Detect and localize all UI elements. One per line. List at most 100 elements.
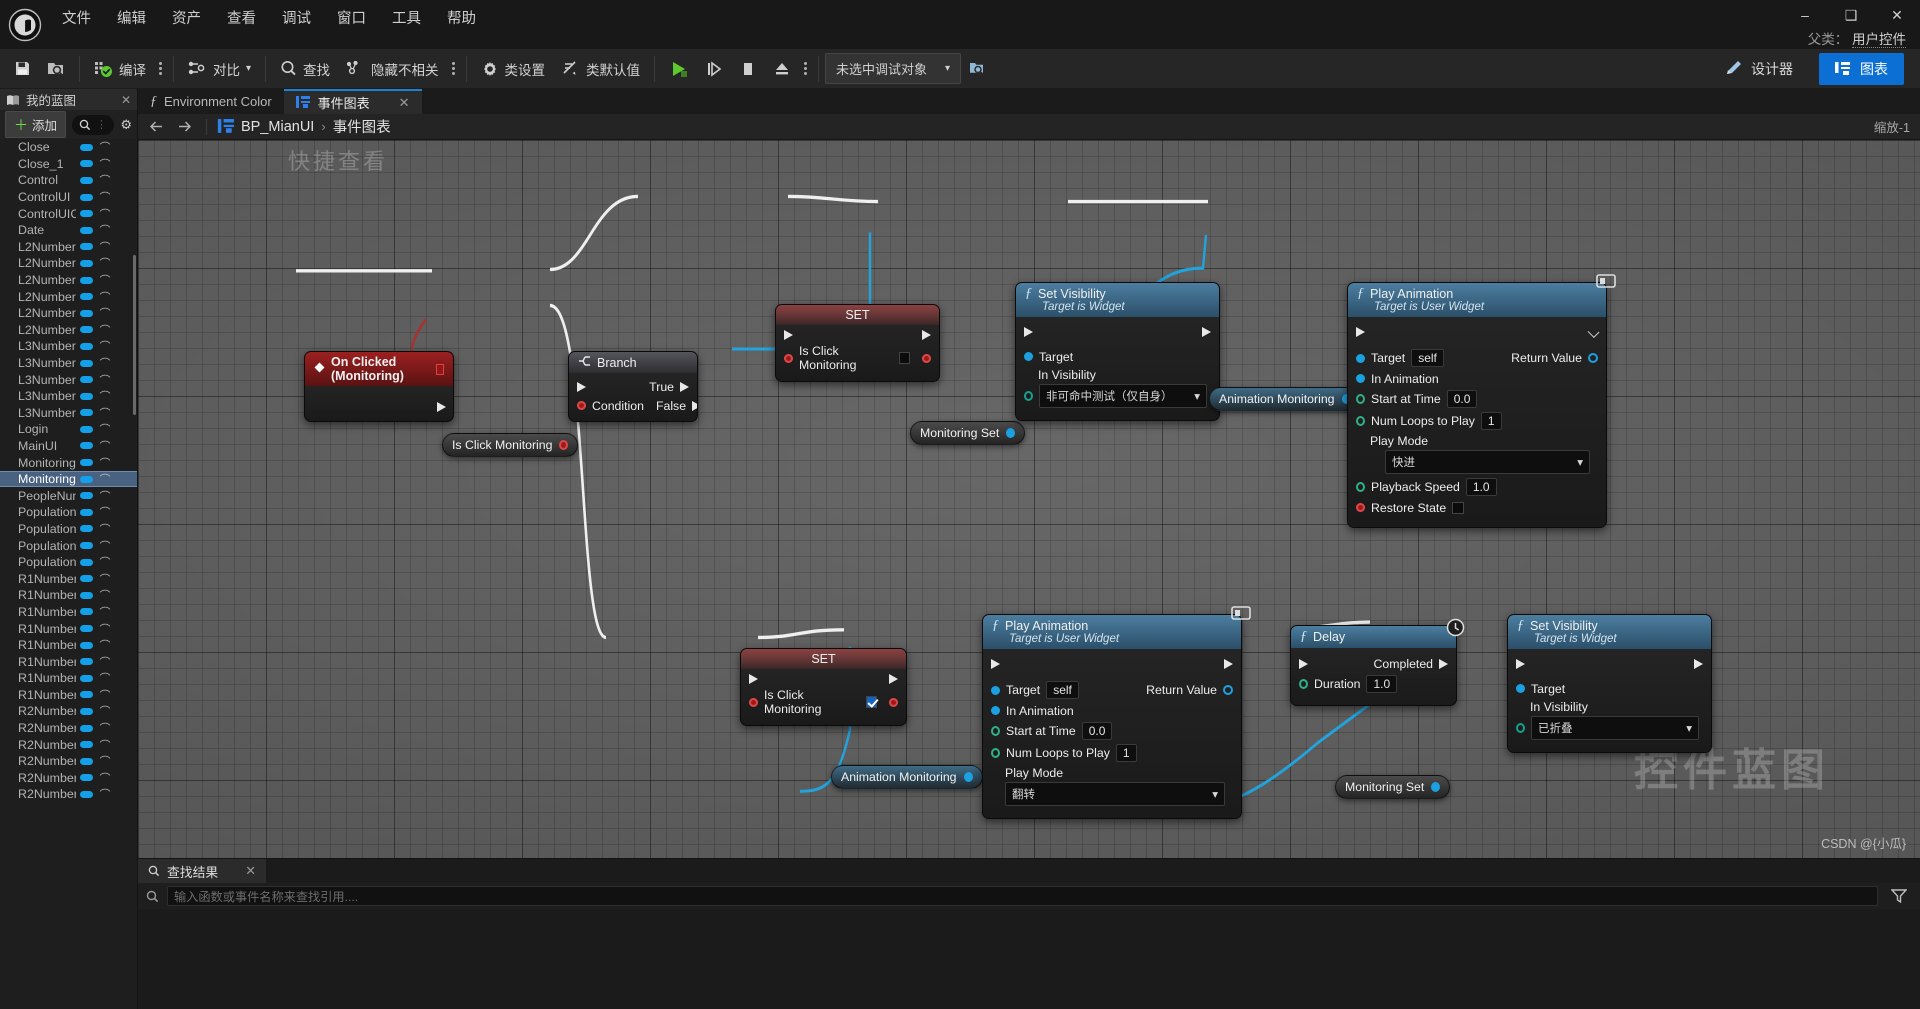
start-at-time-value[interactable]: 0.0 [1446,390,1478,408]
sidebar-item-population[interactable]: Population ⌒ [0,504,137,521]
sidebar-item-date[interactable]: Date ⌒ [0,222,137,239]
false-exec-output-pin[interactable] [692,400,697,411]
eye-closed-icon[interactable]: ⌒ [97,554,113,570]
visibility-input-pin[interactable] [1024,391,1033,401]
variable-type-pill[interactable] [80,259,93,267]
sidebar-item-peoplenum[interactable]: PeopleNum ⌒ [0,487,137,504]
eye-closed-icon[interactable]: ⌒ [97,471,113,487]
exec-output-pin[interactable] [1202,326,1211,337]
value-input-pin[interactable] [784,353,793,363]
designer-mode-button[interactable]: 设计器 [1709,53,1809,85]
sidebar-item-monitoring[interactable]: Monitoring ⌒ [0,454,137,471]
close-icon[interactable]: ✕ [121,93,131,107]
sidebar-item-l2number[interactable]: L2Number ⌒ [0,272,137,289]
node-comment-badge-1[interactable] [1596,274,1616,290]
sidebar-item-r2number[interactable]: R2Number ⌒ [0,720,137,737]
node-play-animation-2[interactable]: ƒ Play Animation Target is User Widget T… [982,614,1242,819]
variable-type-pill[interactable] [80,707,93,715]
breadcrumb-root[interactable]: BP_MianUI [241,119,314,135]
sidebar-item-r1number[interactable]: R1Number ⌒ [0,604,137,621]
eye-closed-icon[interactable]: ⌒ [97,172,113,188]
eye-closed-icon[interactable]: ⌒ [97,255,113,271]
variable-type-pill[interactable] [80,293,93,301]
variable-type-pill[interactable] [80,176,93,184]
eye-closed-icon[interactable]: ⌒ [97,289,113,305]
play-mode-select[interactable]: 快进 ▾ [1385,450,1590,474]
graph-tab-environment-color[interactable]: ƒ Environment Color [138,89,284,114]
menu-item-help[interactable]: 帮助 [434,3,489,32]
variable-type-pill[interactable] [80,741,93,749]
num-loops-input-pin[interactable] [1356,416,1365,426]
variable-type-pill[interactable] [80,475,93,483]
sidebar-item-login[interactable]: Login ⌒ [0,421,137,438]
sidebar-item-monitoring[interactable]: Monitoring ⌒ [0,470,137,488]
num-loops-input-pin[interactable] [991,748,1000,758]
eye-closed-icon[interactable]: ⌒ [97,703,113,719]
start-at-time-value[interactable]: 0.0 [1081,722,1113,740]
menu-item-file[interactable]: 文件 [49,3,104,32]
eye-closed-icon[interactable]: ⌒ [97,222,113,238]
variable-type-pill[interactable] [80,790,93,798]
eject-button[interactable] [765,53,799,85]
sidebar-item-r1number[interactable]: R1Number ⌒ [0,587,137,604]
play-mode-select[interactable]: 翻转 ▾ [1005,782,1225,806]
target-input-pin[interactable] [1516,684,1525,693]
eye-closed-icon[interactable]: ⌒ [97,637,113,653]
stop-button[interactable] [731,53,765,85]
variable-type-pill[interactable] [80,210,93,218]
eye-closed-icon[interactable]: ⌒ [97,621,113,637]
exec-input-pin[interactable] [991,658,1000,669]
eye-closed-icon[interactable]: ⌒ [97,156,113,172]
variable-type-pill[interactable] [80,226,93,234]
knot-is-click-monitoring[interactable]: Is Click Monitoring [442,433,579,457]
parent-class-value[interactable]: 用户控件 [1852,32,1906,48]
variable-type-pill[interactable] [80,392,93,400]
sidebar-item-population[interactable]: Population ⌒ [0,521,137,538]
exec-output-pin[interactable] [922,329,931,340]
exec-output-pin[interactable] [437,402,446,412]
eye-closed-icon[interactable]: ⌒ [97,189,113,205]
num-loops-value[interactable]: 1 [1480,412,1502,430]
find-button[interactable]: 查找 [272,53,338,85]
sidebar-item-r1number[interactable]: R1Number ⌒ [0,620,137,637]
variable-type-pill[interactable] [80,160,93,168]
play-options-button[interactable] [799,62,812,75]
exec-output-pin[interactable] [889,673,898,684]
exec-input-pin[interactable] [1356,326,1365,337]
node-delay[interactable]: ƒ Delay Completed Duration 1.0 [1290,625,1457,706]
variable-type-pill[interactable] [80,724,93,732]
gear-icon[interactable]: ⚙ [120,117,132,133]
num-loops-value[interactable]: 1 [1115,744,1137,762]
restore-icon[interactable]: ❑ [1828,0,1874,30]
exec-input-pin[interactable] [577,381,586,392]
eye-closed-icon[interactable]: ⌒ [97,571,113,587]
hide-unrelated-button[interactable]: 隐藏不相关 [338,53,447,85]
sidebar-item-l3number[interactable]: L3Number ⌒ [0,405,137,422]
restore-state-checkbox[interactable] [1452,501,1465,514]
eye-closed-icon[interactable]: ⌒ [97,372,113,388]
menu-item-debug[interactable]: 调试 [269,3,324,32]
variable-type-pill[interactable] [80,342,93,350]
eye-closed-icon[interactable]: ⌒ [97,687,113,703]
variable-type-pill[interactable] [80,591,93,599]
eye-closed-icon[interactable]: ⌒ [97,405,113,421]
sidebar-item-l3number[interactable]: L3Number ⌒ [0,338,137,355]
menu-item-view[interactable]: 查看 [214,3,269,32]
in-animation-input-pin[interactable] [1356,374,1365,383]
close-icon[interactable]: ✕ [399,95,410,111]
sidebar-item-population[interactable]: Population ⌒ [0,537,137,554]
eye-closed-icon[interactable]: ⌒ [97,654,113,670]
variable-type-pill[interactable] [80,442,93,450]
target-input-pin[interactable] [1356,353,1365,363]
history-forward-button[interactable] [174,118,194,136]
sidebar-item-r2number[interactable]: R2Number ⌒ [0,786,137,803]
playback-speed-value[interactable]: 1.0 [1465,478,1497,496]
knot-animation-monitoring-1[interactable]: Animation Monitoring [1209,387,1361,411]
knot-animation-monitoring-2[interactable]: Animation Monitoring [831,765,983,789]
eye-closed-icon[interactable]: ⌒ [97,322,113,338]
knot-output-pin[interactable] [1006,428,1016,438]
condition-input-pin[interactable] [577,401,586,410]
start-at-time-input-pin[interactable] [991,726,1000,736]
node-on-clicked-monitoring[interactable]: On Clicked (Monitoring) [304,351,454,422]
find-references-input[interactable]: 输入函数或事件名称来查找引用.... [167,886,1878,906]
